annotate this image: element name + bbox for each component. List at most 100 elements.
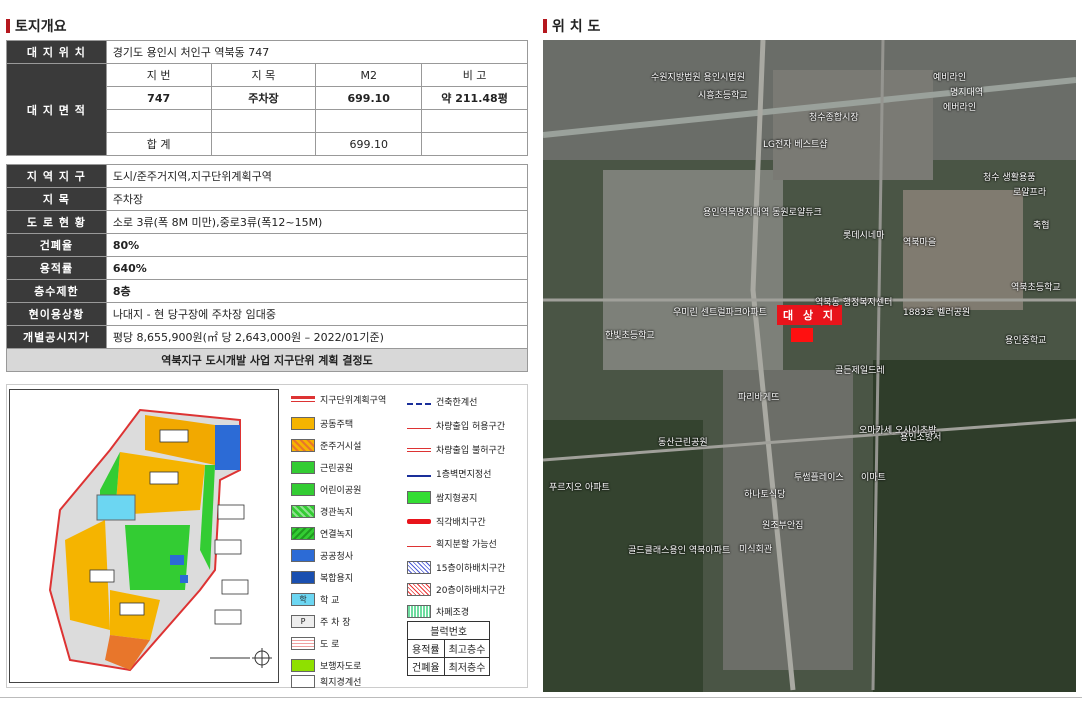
map-place-label: 롯데시네마 [843, 231, 885, 241]
cell-lot-no: 747 [105, 86, 212, 110]
legend-label: 도 로 [320, 639, 340, 650]
zoning-row: 지 역 지 구 도시/준주거지역,지구단위계획구역 [6, 164, 529, 188]
district-boundary-icon [291, 396, 315, 402]
zoning-value: 640% [105, 256, 529, 280]
map-place-label: 골든제일드레 [835, 366, 885, 376]
legend-item: 15층이하배치구간 [407, 559, 505, 575]
zoning-label: 용적률 [6, 256, 107, 280]
title-bar-icon [6, 19, 10, 33]
legend-item: 획지경계선 [291, 673, 361, 689]
legend-item: P주 차 장 [291, 613, 351, 629]
site-location-label: 대 지 위 치 [6, 40, 107, 64]
scenic-green-swatch-icon [291, 504, 315, 518]
pocket-space-swatch-icon [407, 490, 431, 504]
legend-item: 차폐조경 [407, 603, 469, 619]
map-place-label: 미식회관 [739, 545, 773, 555]
zoning-value: 도시/준주거지역,지구단위계획구역 [105, 164, 529, 188]
legend-label: 경관녹지 [320, 507, 354, 518]
empty-cell [210, 132, 317, 156]
map-place-label: 역북초등학교 [1011, 283, 1061, 293]
site-location-value: 경기도 용인시 처인구 역북동 747 [105, 40, 529, 64]
legend-item: 공동주택 [291, 415, 353, 431]
legend-label: 획지분할 가능선 [436, 539, 497, 550]
legend-label: 지구단위계획구역 [320, 395, 387, 406]
district-plan-map [9, 389, 279, 683]
legend-label: 15층이하배치구간 [436, 563, 506, 574]
map-place-label: 1883호 벨러공원 [903, 308, 971, 318]
legend-item: 건축한계선 [407, 393, 477, 409]
map-place-label: 파리바게뜨 [738, 393, 780, 403]
legend-item: 근린공원 [291, 459, 353, 475]
lot-line-swatch-icon [291, 674, 315, 688]
road-swatch-icon [291, 636, 315, 650]
legend-item: 직각배치구간 [407, 513, 486, 529]
map-place-label: 수원지방법원 용인시법원 [651, 73, 745, 83]
legend-label: 직각배치구간 [436, 517, 486, 528]
under-15f-swatch-icon [407, 560, 431, 574]
under-20f-swatch-icon [407, 582, 431, 596]
school-swatch-icon: 학 [291, 592, 315, 606]
location-map[interactable]: 대 상 지 예비라인 명지대역 수원지방법원 용인시법원 시흥초등학교 청수종합시장 LG… [543, 40, 1076, 692]
zoning-label: 지 목 [6, 187, 107, 211]
legend-item: 연결녹지 [291, 525, 353, 541]
parking-swatch-icon: P [291, 614, 315, 628]
zoning-label: 건폐율 [6, 233, 107, 257]
zoning-value: 평당 8,655,900원(㎡ 당 2,643,000원 – 2022/01기준… [105, 325, 529, 349]
title-bar-icon [543, 19, 547, 33]
col-land-category: 지 목 [210, 63, 317, 87]
plan-caption: 역북지구 도시개발 사업 지구단위 계획 결정도 [6, 348, 528, 372]
legend-item: 차량출입 허용구간 [407, 417, 505, 433]
legend-label: 주 차 장 [320, 617, 351, 628]
park-swatch-icon [291, 460, 315, 474]
public-office-swatch-icon [291, 548, 315, 562]
block-key-far: 용적률 [407, 639, 445, 658]
legend-label: 준주거시설 [320, 441, 362, 452]
legend-label: 쌈지형공지 [436, 493, 478, 504]
map-place-label: 용인중학교 [1005, 336, 1047, 346]
legend-item: 도 로 [291, 635, 339, 651]
legend-label: 획지경계선 [320, 677, 362, 688]
block-key-bcr: 건폐율 [407, 657, 445, 676]
block-key-table: 블럭번호 용적률 최고층수 건폐율 최저층수 [406, 621, 491, 676]
playground-swatch-icon [291, 482, 315, 496]
map-place-label: 동산근린공원 [658, 438, 708, 448]
map-place-label: 역북마을 [903, 238, 937, 248]
legend-item: 쌈지형공지 [407, 489, 477, 505]
legend: 지구단위계획구역 공동주택 준주거시설 근린공원 어린이공원 경관녹지 연결녹지… [291, 389, 527, 688]
zoning-row: 용적률 640% [6, 256, 529, 280]
empty-cell [421, 109, 528, 133]
bottom-divider [0, 697, 1082, 698]
map-place-label: 예비라인 [933, 73, 967, 83]
empty-cell [210, 109, 317, 133]
legend-item: 경관녹지 [291, 503, 353, 519]
cell-land-category: 주차장 [210, 86, 317, 110]
map-place-label: 한빛초등학교 [605, 331, 655, 341]
district-plan-drawing [10, 390, 278, 682]
zoning-row: 개별공시지가 평당 8,655,900원(㎡ 당 2,643,000원 – 202… [6, 325, 529, 349]
legend-item: 공공청사 [291, 547, 353, 563]
zoning-table: 지 역 지 구 도시/준주거지역,지구단위계획구역 지 목 주차장 도 로 현 황 소로 … [6, 164, 529, 372]
empty-cell [421, 132, 528, 156]
map-place-label: 역북동 행정복지센터 [815, 298, 893, 308]
zoning-label: 도 로 현 황 [6, 210, 107, 234]
zoning-value: 소로 3류(폭 8M 미만),중로3류(폭12~15M) [105, 210, 529, 234]
target-site-label: 대 상 지 [777, 305, 843, 325]
legend-label: 20층이하배치구간 [436, 585, 506, 596]
legend-label: 공공청사 [320, 551, 354, 562]
legend-item: 어린이공원 [291, 481, 361, 497]
apartment-swatch-icon [291, 416, 315, 430]
legend-item: 차량출입 불허구간 [407, 441, 505, 457]
legend-item: 1층벽면지정선 [407, 465, 491, 481]
map-place-label: 우미린 센트럴파크아파트 [673, 308, 767, 318]
zoning-row: 층수제한 8층 [6, 279, 529, 303]
empty-cell [315, 109, 423, 133]
wall-line-icon [407, 475, 431, 477]
legend-label: 공동주택 [320, 419, 354, 430]
lot-division-icon [407, 545, 431, 547]
location-title-text: 위 치 도 [552, 19, 601, 35]
pedestrian-road-swatch-icon [291, 658, 315, 672]
col-area: M2 [315, 63, 423, 87]
map-place-label: 용인역북명지대역 동원로얄듀크 [703, 208, 822, 218]
section-title-land: 토지개요 [6, 16, 67, 36]
map-place-label: 명지대역 [950, 88, 984, 98]
